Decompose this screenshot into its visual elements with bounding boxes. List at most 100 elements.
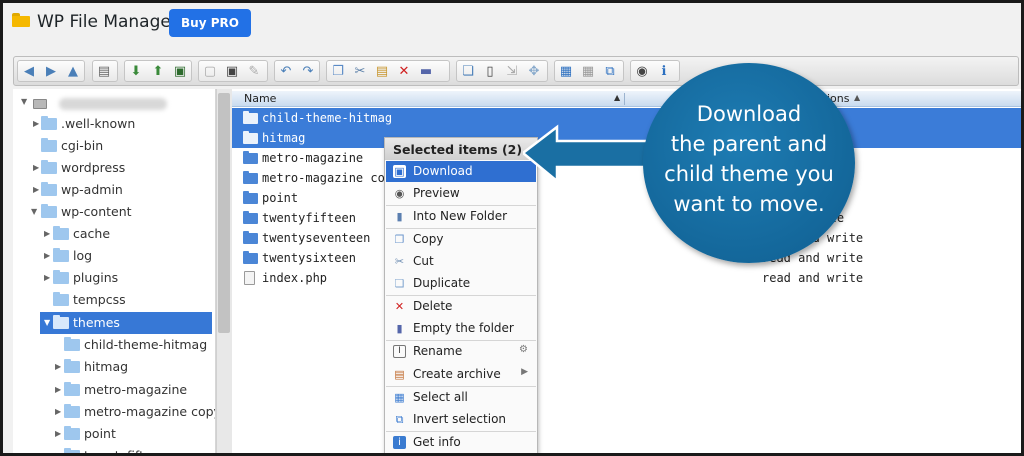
chevron-down-icon[interactable]: ▼ — [31, 207, 39, 217]
menu-item-label: Copy — [413, 232, 444, 246]
tree-item[interactable]: ▶ .well-known — [13, 113, 215, 135]
extract-icon[interactable]: ⇲ — [503, 62, 521, 80]
menu-item-delete[interactable]: ✕ Delete — [386, 296, 536, 317]
tree-item[interactable]: ▶ metro-magazine — [13, 379, 215, 401]
redo-icon[interactable]: ↷ — [299, 62, 317, 80]
tree-item[interactable]: ▶ cache — [13, 223, 215, 245]
menu-item-copy[interactable]: ❐ Copy — [386, 229, 536, 250]
new-file-icon[interactable]: ▢ — [201, 62, 219, 80]
chevron-right-icon[interactable]: ▶ — [33, 163, 41, 173]
tree-item-label: tempcss — [73, 292, 126, 307]
menu-item-preview[interactable]: ◉ Preview — [386, 183, 536, 204]
menu-item-get-info[interactable]: i Get info — [386, 432, 536, 453]
menu-item-select-all[interactable]: ▦ Select all — [386, 387, 536, 408]
app-header: WP File Manager Buy PRO — [3, 3, 1021, 47]
column-divider[interactable] — [624, 93, 625, 105]
file-name: index.php — [262, 271, 328, 285]
table-row[interactable]: twentyfifteen write — [232, 208, 1021, 228]
menu-item-duplicate[interactable]: ❏ Duplicate — [386, 273, 536, 294]
menu-item-label: Invert selection — [413, 412, 507, 426]
chevron-right-icon[interactable]: ▶ — [44, 251, 52, 261]
preview-icon[interactable]: ◉ — [633, 62, 651, 80]
folder-icon — [53, 248, 69, 262]
menu-item-empty-folder[interactable]: ▮ Empty the folder — [386, 318, 536, 339]
menu-item-rename[interactable]: I Rename ⚙ — [386, 341, 536, 362]
tree-item[interactable]: ▶ twentyfifteen — [13, 445, 215, 453]
tree-item[interactable]: ▶ wordpress — [13, 157, 215, 179]
undo-icon[interactable]: ↶ — [277, 62, 295, 80]
file-name: point — [262, 191, 299, 205]
empty-icon[interactable]: ▬ — [417, 62, 435, 80]
folder-icon — [64, 359, 80, 373]
tree-item[interactable]: child-theme-hitmag — [13, 334, 215, 356]
chevron-down-icon[interactable]: ▼ — [44, 318, 52, 328]
chevron-right-icon[interactable]: ▶ — [33, 119, 41, 129]
menu-item-label: Rename — [413, 344, 463, 358]
view-list-icon[interactable]: ▦ — [579, 62, 597, 80]
tree-item[interactable]: ▶ hitmag — [13, 356, 215, 378]
chevron-right-icon[interactable]: ▶ — [33, 185, 41, 195]
chevron-right-icon[interactable]: ▶ — [55, 362, 63, 372]
paste-icon[interactable]: ▤ — [373, 62, 391, 80]
upload-icon[interactable]: ⬆ — [149, 62, 167, 80]
folder-icon — [243, 231, 258, 244]
chevron-right-icon[interactable]: ▶ — [55, 385, 63, 395]
edit-icon[interactable]: ✎ — [245, 62, 263, 80]
info-icon[interactable]: ℹ — [655, 62, 673, 80]
info-icon: i — [393, 436, 406, 449]
resize-icon[interactable]: ✥ — [525, 62, 543, 80]
gear-icon[interactable]: ⚙ — [519, 344, 528, 355]
column-header-name[interactable]: Name — [244, 92, 276, 105]
tree-item[interactable]: cgi-bin — [13, 135, 215, 157]
table-row[interactable]: twentyseventeen read and write — [232, 228, 1021, 248]
save-file-icon[interactable]: ▣ — [223, 62, 241, 80]
menu-item-invert-selection[interactable]: ⧉ Invert selection — [386, 409, 536, 430]
tree-item-label: point — [84, 426, 116, 441]
back-icon[interactable]: ◀ — [20, 62, 38, 80]
table-row[interactable]: index.php read and write — [232, 268, 1021, 288]
php-file-icon — [244, 271, 255, 285]
forward-icon[interactable]: ▶ — [42, 62, 60, 80]
file-name: twentysixteen — [262, 251, 356, 265]
folder-icon — [243, 191, 258, 204]
tree-item-label: .well-known — [61, 116, 136, 131]
chevron-right-icon[interactable]: ▶ — [55, 451, 63, 453]
tree-scrollbar[interactable] — [216, 89, 232, 453]
select-all-icon: ▦ — [394, 391, 405, 404]
tree-item[interactable]: tempcss — [13, 289, 215, 311]
tree-item-selected[interactable]: ▼ themes — [40, 312, 212, 334]
home-icon[interactable]: ▤ — [95, 62, 113, 80]
chevron-right-icon[interactable]: ▶ — [55, 429, 63, 439]
save-icon[interactable]: ▣ — [171, 62, 189, 80]
tree-item[interactable]: ▼ wp-content — [13, 201, 215, 223]
tree-item[interactable]: ▶ metro-magazine copy — [13, 401, 215, 423]
scrollbar-thumb[interactable] — [218, 93, 230, 333]
chevron-down-icon[interactable]: ▼ — [21, 97, 29, 107]
rename-icon[interactable]: ▯ — [481, 62, 499, 80]
cut-icon[interactable]: ✂ — [351, 62, 369, 80]
invert-selection-icon: ⧉ — [395, 413, 404, 426]
tree-item[interactable]: ▶ plugins — [13, 267, 215, 289]
buy-pro-button[interactable]: Buy PRO — [169, 9, 251, 37]
chevron-right-icon[interactable]: ▶ — [44, 273, 52, 283]
table-row[interactable]: twentysixteen read and write — [232, 248, 1021, 268]
tree-root[interactable]: ▼ — [13, 91, 215, 113]
tree-item[interactable]: ▶ wp-admin — [13, 179, 215, 201]
duplicate-icon[interactable]: ❏ — [459, 62, 477, 80]
chevron-right-icon[interactable]: ▶ — [44, 229, 52, 239]
sort-icon[interactable]: ⧉ — [601, 62, 619, 80]
delete-icon[interactable]: ✕ — [395, 62, 413, 80]
tree-item[interactable]: ▶ point — [13, 423, 215, 445]
menu-item-cut[interactable]: ✂ Cut — [386, 251, 536, 272]
toolbar-history-group: ↶ ↷ — [274, 60, 320, 82]
up-icon[interactable]: ▲ — [64, 62, 82, 80]
menu-item-create-archive[interactable]: ▤ Create archive ▶ — [386, 364, 536, 385]
tree-item[interactable]: ▶ log — [13, 245, 215, 267]
tree-item-label: wp-content — [61, 204, 132, 219]
chevron-right-icon[interactable]: ▶ — [55, 407, 63, 417]
view-icons-icon[interactable]: ▦ — [557, 62, 575, 80]
menu-item-download[interactable]: ▣ Download — [386, 161, 536, 182]
download-icon[interactable]: ⬇ — [127, 62, 145, 80]
copy-icon[interactable]: ❐ — [329, 62, 347, 80]
menu-item-into-new-folder[interactable]: ▮ Into New Folder — [386, 206, 536, 227]
